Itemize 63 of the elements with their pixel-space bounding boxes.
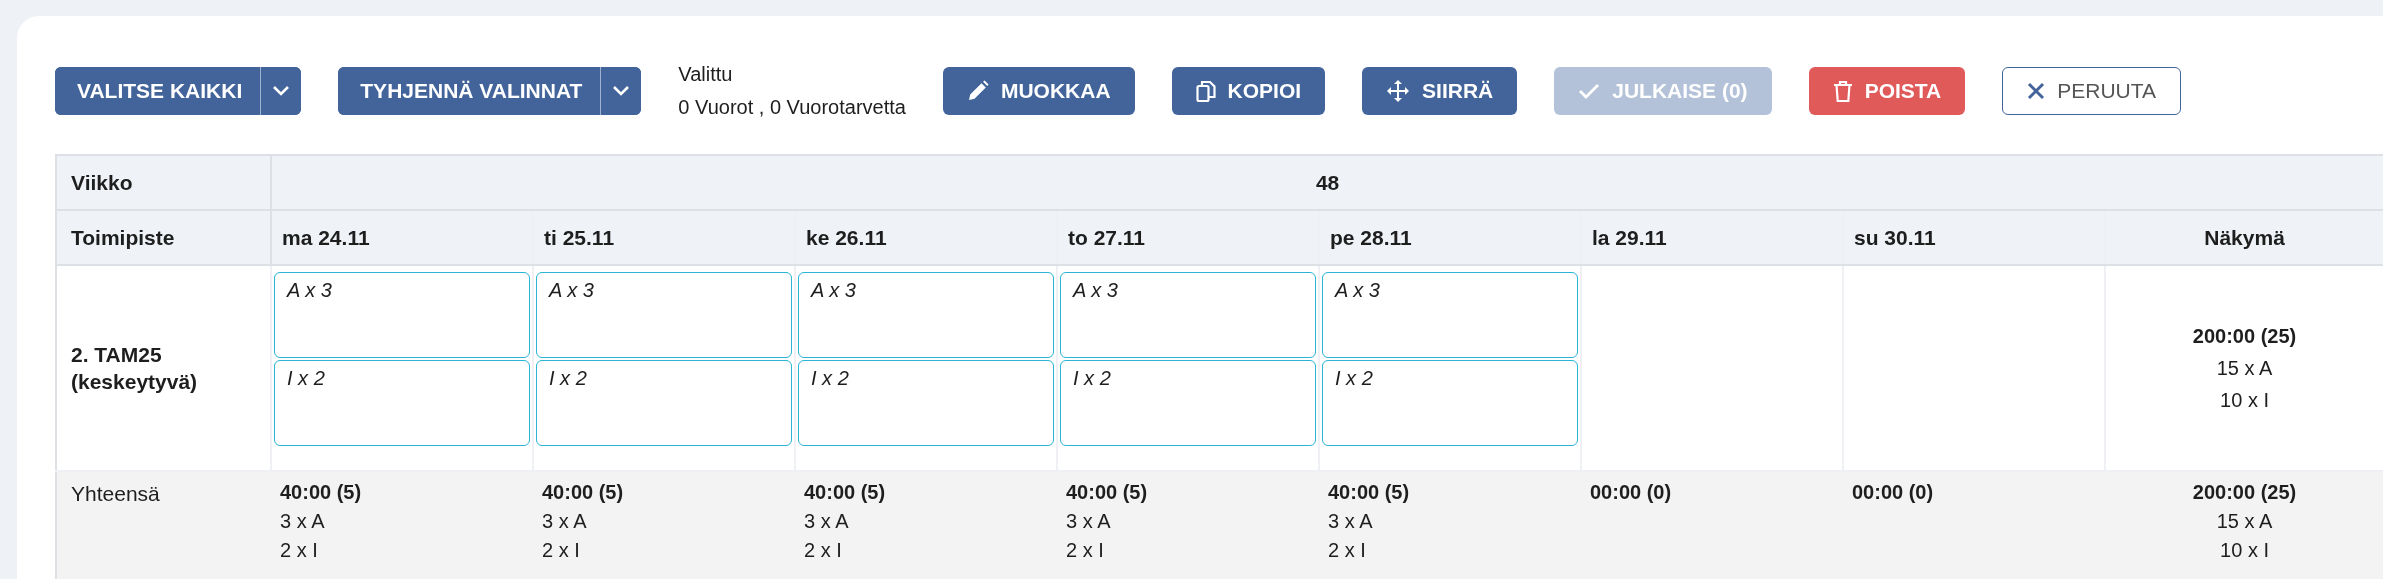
total-hours: 200:00 (25) (2191, 480, 2298, 505)
total-line: 2 x I (1328, 538, 1367, 563)
copy-icon (1195, 79, 1216, 103)
shift-card[interactable]: A x 3 (798, 272, 1054, 358)
shift-card[interactable]: I x 2 (274, 360, 530, 446)
total-hours: 200:00 (25) (2191, 324, 2298, 349)
select-button[interactable]: TYHJENNÄ VALINNAT (338, 67, 602, 115)
total-hours: 40:00 (5) (542, 480, 625, 505)
close-icon (2027, 82, 2046, 100)
action-button[interactable]: POISTA (1808, 67, 1966, 115)
total-line: 3 x A (1328, 509, 1374, 534)
shift-card[interactable]: I x 2 (536, 360, 792, 446)
total-hours: 40:00 (5) (1066, 480, 1149, 505)
day-header: ke 26.11 (795, 210, 1057, 265)
total-line: 2 x I (542, 538, 581, 563)
day-header: ma 24.11 (271, 210, 533, 265)
total-line: 3 x A (280, 509, 326, 534)
chevron-down-icon (612, 85, 631, 97)
shift-card[interactable]: I x 2 (1322, 360, 1578, 446)
total-line: 3 x A (1066, 509, 1112, 534)
action-button[interactable]: PERUUTA (2002, 67, 2182, 115)
select-button[interactable]: VALITSE KAIKKI (55, 67, 262, 115)
total-hours: 40:00 (5) (1328, 480, 1411, 505)
selection-label: Valittu (678, 63, 734, 86)
action-button[interactable]: MUOKKAA (942, 67, 1135, 115)
day-header: to 27.11 (1057, 210, 1319, 265)
move-arrows-icon (1386, 79, 1411, 103)
total-line: 15 x A (2215, 356, 2274, 381)
shift-card[interactable]: I x 2 (798, 360, 1054, 446)
location-cell: 2. TAM25 (keskeytyvä) (56, 265, 271, 471)
chevron-down-icon (272, 85, 291, 97)
total-line: 2 x I (1066, 538, 1105, 563)
day-header: la 29.11 (1581, 210, 1843, 265)
total-line: 10 x I (2219, 538, 2270, 563)
shift-card[interactable]: A x 3 (1322, 272, 1578, 358)
total-line: 2 x I (280, 538, 319, 563)
total-line: 3 x A (542, 509, 588, 534)
total-hours: 40:00 (5) (804, 480, 887, 505)
column-header: Näkymä (2105, 210, 2383, 265)
total-hours: 00:00 (0) (1590, 480, 1673, 505)
total-line: 15 x A (2215, 509, 2274, 534)
shift-card[interactable]: A x 3 (1060, 272, 1316, 358)
day-header: ti 25.11 (533, 210, 795, 265)
action-button[interactable]: SIIRRÄ (1362, 67, 1518, 115)
action-button[interactable]: KOPIOI (1171, 67, 1326, 115)
shift-card[interactable]: A x 3 (536, 272, 792, 358)
row-header: Yhteensä (56, 471, 271, 579)
total-line: 2 x I (804, 538, 843, 563)
shift-card[interactable]: I x 2 (1060, 360, 1316, 446)
total-line: 3 x A (804, 509, 850, 534)
total-line: 10 x I (2219, 388, 2270, 413)
pencil-icon (966, 80, 989, 102)
check-icon (1578, 82, 1601, 100)
row-header: Viikko (56, 155, 271, 210)
column-header: Toimipiste (56, 210, 271, 265)
day-header: su 30.11 (1843, 210, 2105, 265)
total-hours: 40:00 (5) (280, 480, 363, 505)
total-hours: 00:00 (0) (1852, 480, 1935, 505)
day-header: pe 28.11 (1319, 210, 1581, 265)
trash-icon (1832, 79, 1853, 103)
week-number: 48 (271, 155, 2383, 210)
shift-card[interactable]: A x 3 (274, 272, 530, 358)
selection-summary: 0 Vuorot , 0 Vuorotarvetta (678, 96, 906, 119)
